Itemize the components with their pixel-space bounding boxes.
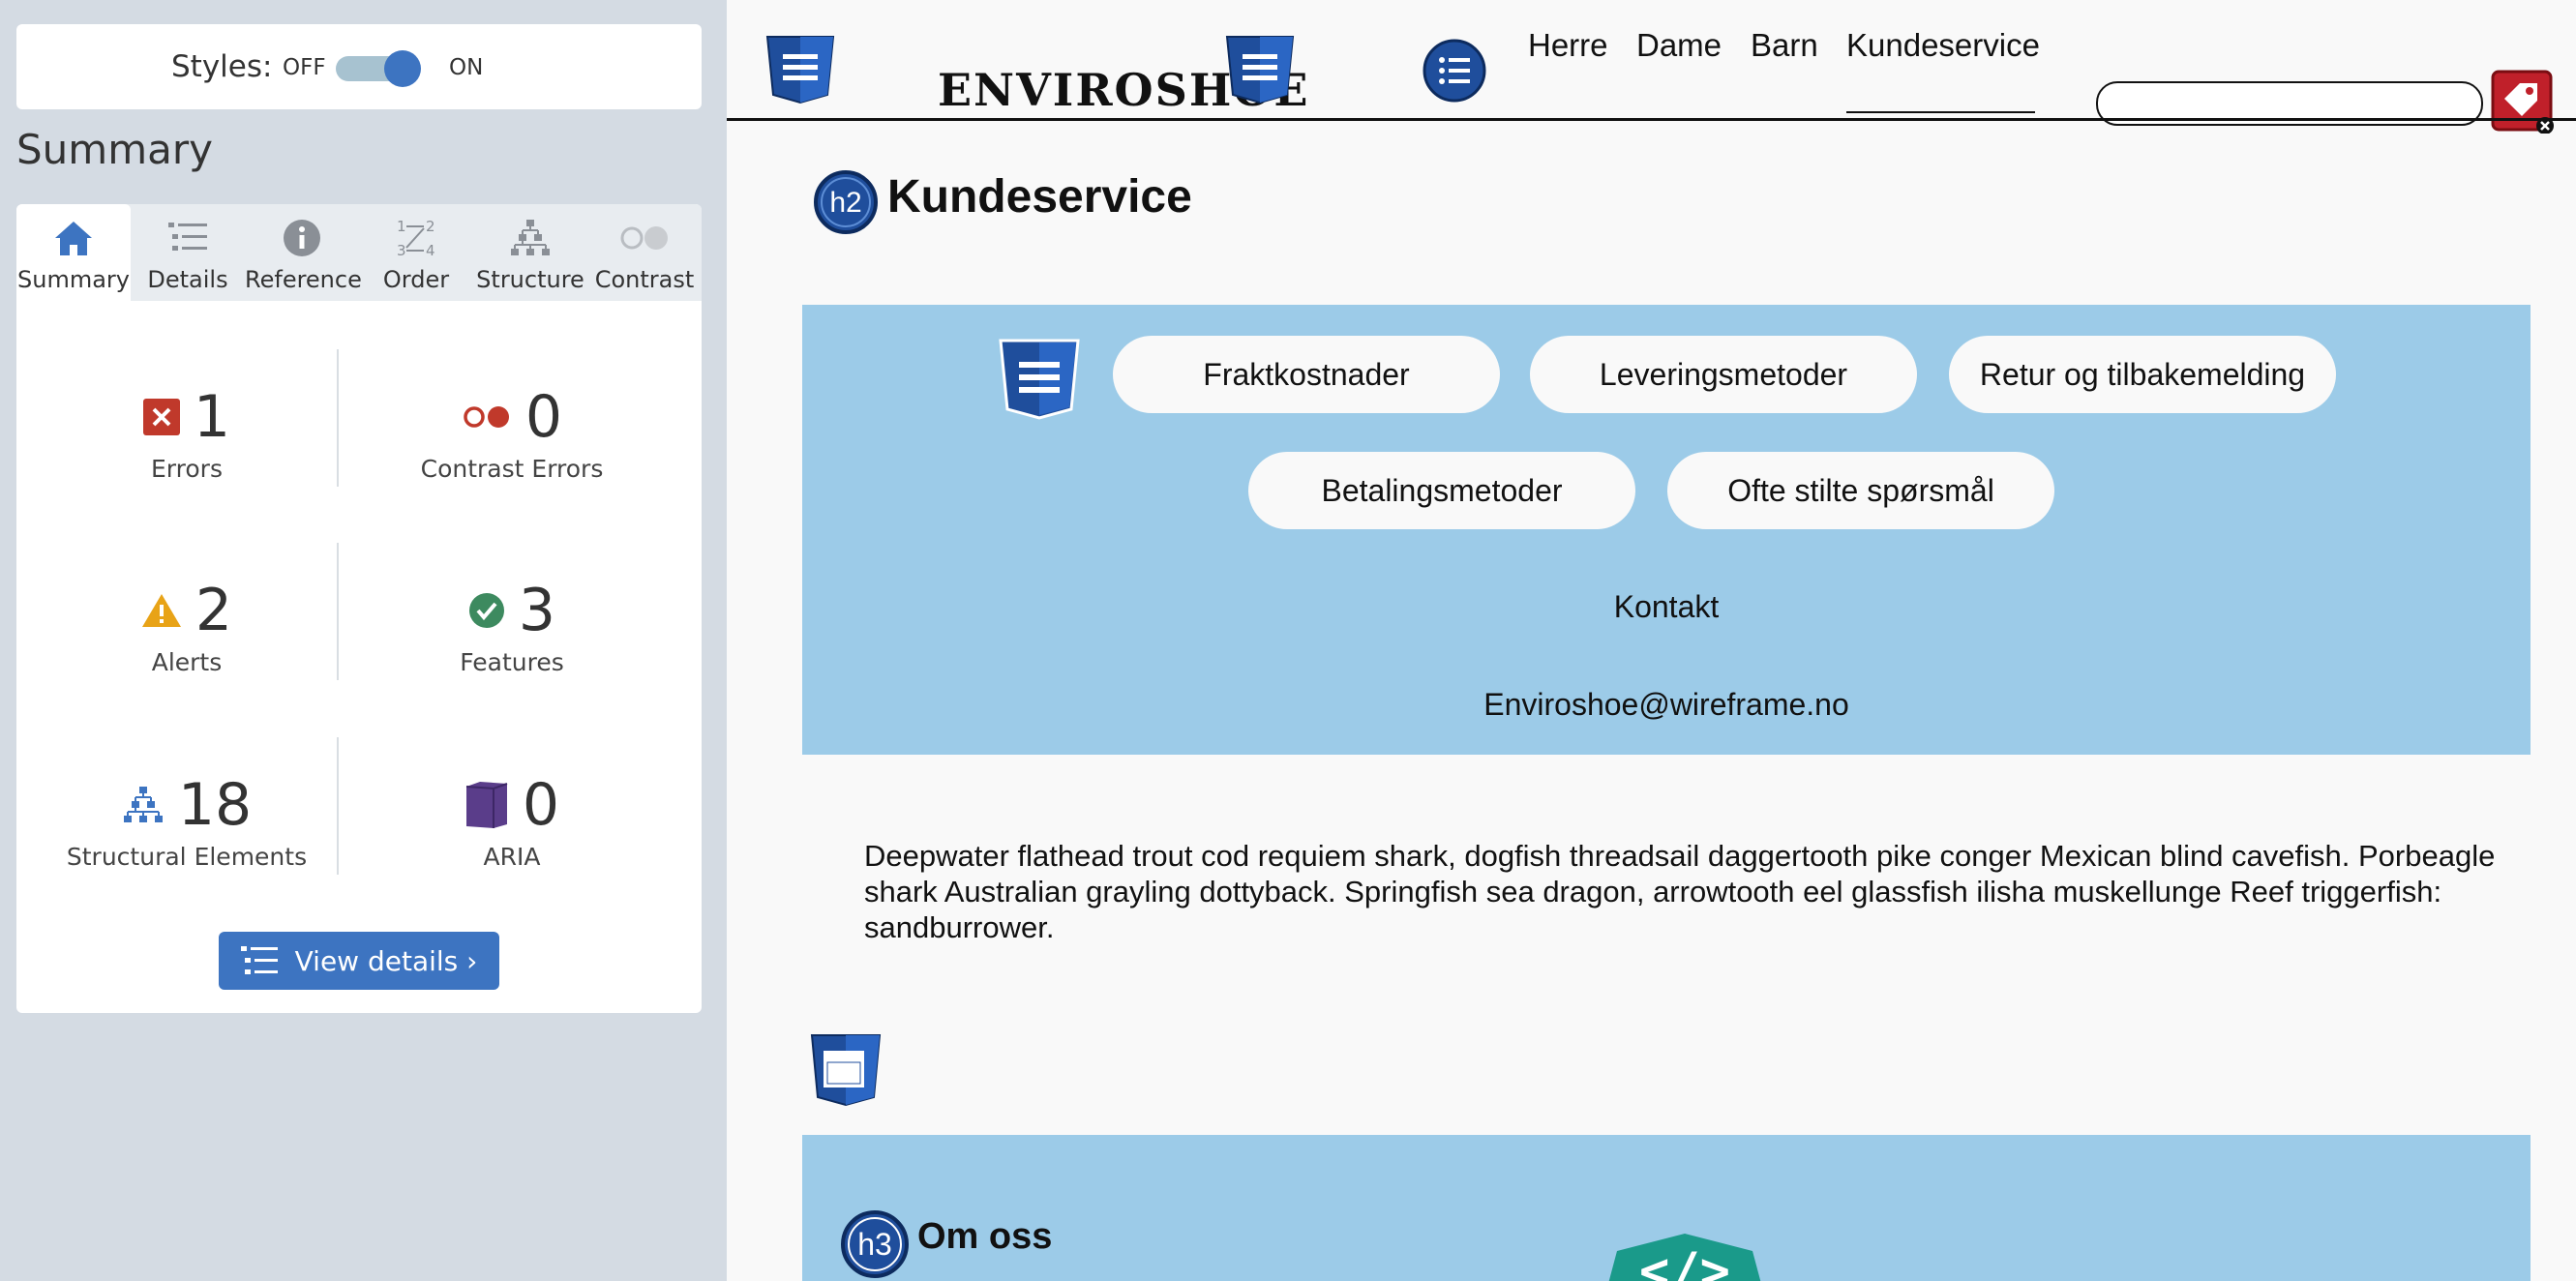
accessibility-panel: Styles: OFF ON Summary Summary Details R… <box>0 0 727 1281</box>
list-icon <box>168 223 207 251</box>
tab-reference[interactable]: Reference <box>245 204 362 301</box>
toggle-off-label: OFF <box>283 55 326 80</box>
nav-herre[interactable]: Herre <box>1528 27 1608 64</box>
faq-button[interactable]: Ofte stilte spørsmål <box>1667 452 2054 529</box>
svg-text:h3: h3 <box>857 1227 892 1262</box>
main-region-icon[interactable] <box>810 1033 882 1107</box>
payment-methods-button[interactable]: Betalingsmetoder <box>1248 452 1635 529</box>
website-view: ENVIROSHOE Herre Dame Barn Kundeservice … <box>727 0 2576 1281</box>
summary-heading: Summary <box>16 126 213 173</box>
code-icon[interactable]: </> <box>1598 1232 1772 1281</box>
aria-cube-icon <box>465 782 508 828</box>
nav-region-icon[interactable] <box>1225 35 1295 104</box>
styles-toggle[interactable] <box>336 50 421 87</box>
toggle-knob <box>384 50 421 87</box>
svg-text:h2: h2 <box>829 187 861 219</box>
heading-h2-icon[interactable]: h2 <box>814 170 878 234</box>
customer-service-section: Fraktkostnader Leveringsmetoder Retur og… <box>802 305 2531 755</box>
check-circle-icon <box>468 593 504 628</box>
hierarchy-icon <box>123 787 163 822</box>
tab-summary[interactable]: Summary <box>16 204 131 301</box>
tab-details[interactable]: Details <box>131 204 245 301</box>
panel-tabs: Summary Details Reference 1 2 3 4 Order Str… <box>16 204 702 301</box>
stat-aria[interactable]: 0 ARIA <box>352 771 672 871</box>
about-section: h3 Om oss </> <box>802 1135 2531 1281</box>
info-icon <box>284 220 320 256</box>
alerts-label: Alerts <box>151 648 223 676</box>
features-count: 3 <box>518 577 556 644</box>
order-icon: 1 2 3 4 <box>397 218 435 259</box>
about-heading: Om oss <box>917 1216 1053 1257</box>
contact-label: Kontakt <box>1613 589 1720 624</box>
list-icon <box>240 946 278 974</box>
stat-alerts[interactable]: 2 Alerts <box>27 577 346 676</box>
tab-label: Details <box>147 266 228 293</box>
header-divider <box>727 118 2576 121</box>
features-label: Features <box>460 648 564 676</box>
contrast-icon <box>620 226 668 250</box>
contact-email[interactable]: Enviroshoe@wireframe.no <box>802 687 2531 723</box>
errors-label: Errors <box>151 455 223 483</box>
view-details-button[interactable]: View details › <box>219 932 499 990</box>
header-region-icon[interactable] <box>765 35 835 104</box>
tag-alert-icon[interactable] <box>2491 70 2555 134</box>
svg-text:</>: </> <box>1639 1242 1730 1281</box>
nav-kundeservice[interactable]: Kundeservice <box>1846 27 2040 64</box>
error-x-icon <box>142 399 180 435</box>
active-nav-underline <box>1846 111 2035 113</box>
stat-contrast-errors[interactable]: 0 Contrast Errors <box>352 383 672 483</box>
body-paragraph: Deepwater flathead trout cod requiem sha… <box>864 839 2496 944</box>
svg-text:3: 3 <box>397 242 406 259</box>
tab-label: Contrast <box>594 266 695 293</box>
tab-label: Structure <box>476 266 584 293</box>
alerts-count: 2 <box>195 577 233 644</box>
heading-h3-icon[interactable]: h3 <box>841 1210 909 1278</box>
stat-structural[interactable]: 18 Structural Elements <box>27 771 346 871</box>
returns-button[interactable]: Retur og tilbakemelding <box>1949 336 2336 413</box>
svg-text:2: 2 <box>426 218 435 235</box>
tab-label: Reference <box>245 266 362 293</box>
nav-dame[interactable]: Dame <box>1636 27 1722 64</box>
unordered-list-icon[interactable] <box>1423 39 1486 103</box>
tab-contrast[interactable]: Contrast <box>587 204 702 301</box>
home-icon <box>55 222 92 255</box>
errors-count: 1 <box>193 383 231 451</box>
tab-label: Summary <box>17 266 130 293</box>
alert-triangle-icon <box>141 594 181 627</box>
stat-errors[interactable]: 1 Errors <box>27 383 346 483</box>
summary-card: Summary Details Reference 1 2 3 4 Order Str… <box>16 204 702 1013</box>
toggle-on-label: ON <box>449 55 484 80</box>
view-details-label: View details › <box>294 944 478 977</box>
nav-barn[interactable]: Barn <box>1751 27 1818 64</box>
tab-label: Order <box>382 266 450 293</box>
hierarchy-icon <box>511 220 550 255</box>
contrast-errors-label: Contrast Errors <box>420 455 604 483</box>
structural-label: Structural Elements <box>66 843 308 871</box>
structural-count: 18 <box>177 771 253 839</box>
contrast-error-icon <box>464 406 509 428</box>
shipping-costs-button[interactable]: Fraktkostnader <box>1113 336 1500 413</box>
svg-text:4: 4 <box>426 242 435 259</box>
page-title: Kundeservice <box>887 171 1192 223</box>
tab-structure[interactable]: Structure <box>473 204 587 301</box>
stat-features[interactable]: 3 Features <box>352 577 672 676</box>
delivery-methods-button[interactable]: Leveringsmetoder <box>1530 336 1917 413</box>
tab-order[interactable]: 1 2 3 4 Order <box>359 204 473 301</box>
aria-count: 0 <box>522 771 560 839</box>
svg-text:1: 1 <box>397 218 406 235</box>
styles-label: Styles: <box>171 49 273 84</box>
section-region-icon[interactable] <box>998 338 1081 421</box>
contrast-errors-count: 0 <box>524 383 563 451</box>
aria-label: ARIA <box>483 843 541 871</box>
styles-toggle-box: Styles: OFF ON <box>16 24 702 109</box>
